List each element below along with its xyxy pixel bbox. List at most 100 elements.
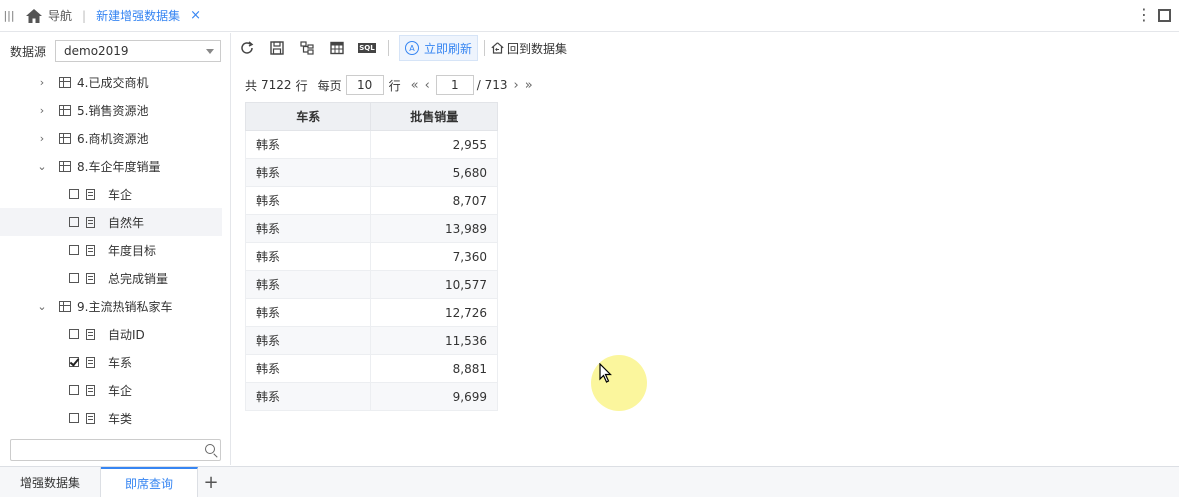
field-checkbox[interactable] xyxy=(69,217,79,227)
total-rows: 7122 xyxy=(261,78,292,92)
back-to-dataset-button[interactable]: 回到数据集 xyxy=(491,40,567,57)
search-input[interactable] xyxy=(15,440,195,460)
tree-item-label: 年度目标 xyxy=(108,243,157,258)
tab-enhanced-dataset[interactable]: 增强数据集 xyxy=(0,467,102,497)
table-icon xyxy=(59,160,71,172)
tree-item-label: 车企 xyxy=(108,187,133,202)
tab-label: 即席查询 xyxy=(125,476,174,491)
menu-toggle-icon[interactable]: ||| xyxy=(0,9,18,22)
chevron-right-icon[interactable]: › xyxy=(37,76,47,89)
table-cell: 韩系 xyxy=(244,214,372,243)
table-row: 韩系 5,680 xyxy=(244,158,498,187)
tree-item-table[interactable]: › 6.商机资源池 xyxy=(0,124,222,152)
tree-item-field[interactable]: 车企 xyxy=(0,376,222,404)
bottom-tab-bar: 增强数据集 即席查询 + xyxy=(0,466,1179,497)
table-cell: 韩系 xyxy=(244,130,372,159)
table-cell: 韩系 xyxy=(244,158,372,187)
per-page-input[interactable]: 10 xyxy=(345,75,384,95)
tree-item-label: 总完成销量 xyxy=(108,271,169,286)
more-options-icon[interactable]: ⋮ xyxy=(1136,7,1152,23)
table-header-row: 车系 批售销量 xyxy=(244,102,498,131)
table-view-button[interactable] xyxy=(322,36,352,60)
table-cell: 7,360 xyxy=(370,242,498,271)
tab-label: 增强数据集 xyxy=(20,475,81,490)
datasource-panel: 数据源 demo2019 › 4.已成交商机 › 5.销售资源池 › 6.商机资… xyxy=(0,33,231,465)
field-checkbox[interactable] xyxy=(69,385,79,395)
nav-label: 导航 xyxy=(48,9,73,23)
tree-item-label: 5.销售资源池 xyxy=(77,103,149,118)
field-checkbox[interactable] xyxy=(69,329,79,339)
field-icon xyxy=(86,328,95,340)
chevron-down-icon[interactable]: ⌄ xyxy=(37,160,47,173)
chevron-down-icon[interactable]: ⌄ xyxy=(37,300,47,313)
table-cell: 12,726 xyxy=(370,298,498,327)
refresh-now-button[interactable]: A 立即刷新 xyxy=(399,35,479,61)
grid-icon xyxy=(330,41,344,55)
table-icon xyxy=(59,76,71,88)
tree-item-label: 9.主流热销私家车 xyxy=(77,299,173,314)
datasource-select[interactable]: demo2019 xyxy=(55,40,221,62)
tree-item-label: 6.商机资源池 xyxy=(77,131,149,146)
table-cell: 韩系 xyxy=(244,186,372,215)
window-controls: ⋮ xyxy=(1136,7,1171,23)
close-icon[interactable]: × xyxy=(190,8,201,23)
table-row: 韩系 11,536 xyxy=(244,326,498,355)
row-unit: 行 xyxy=(295,78,308,93)
table-row: 韩系 8,881 xyxy=(244,354,498,383)
table-cell: 8,707 xyxy=(370,186,498,215)
tree-item-label: 自动ID xyxy=(108,327,145,342)
field-checkbox[interactable] xyxy=(69,273,79,283)
maximize-icon[interactable] xyxy=(1158,8,1171,22)
tree-item-field[interactable]: 车企 xyxy=(0,180,222,208)
field-icon xyxy=(86,384,95,396)
tree-item-table[interactable]: ⌄ 8.车企年度销量 xyxy=(0,152,222,180)
result-table: 车系 批售销量 韩系 2,955 韩系 5,680 韩系 8,707 韩系 13,989… xyxy=(244,102,498,411)
nav-home-button[interactable]: 导航 xyxy=(26,7,72,24)
total-prefix: 共 xyxy=(245,78,258,93)
per-page-unit: 行 xyxy=(388,78,401,93)
field-checkbox[interactable] xyxy=(69,413,79,423)
field-checkbox[interactable] xyxy=(69,357,79,367)
datasource-value: demo2019 xyxy=(64,44,129,58)
chevron-right-icon[interactable]: › xyxy=(37,132,47,145)
refresh-button[interactable] xyxy=(232,36,262,60)
field-icon xyxy=(86,244,95,256)
tree-item-field[interactable]: 自动ID xyxy=(0,320,222,348)
first-page-icon[interactable]: « xyxy=(411,78,419,93)
tree-item-field[interactable]: 总完成销量 xyxy=(0,264,222,292)
tab-new-dataset[interactable]: 新建增强数据集 × xyxy=(96,7,201,24)
table-cell: 韩系 xyxy=(244,382,372,411)
save-button[interactable] xyxy=(262,36,292,60)
page-input[interactable]: 1 xyxy=(435,75,474,95)
tree-item-field[interactable]: 车系 xyxy=(0,348,222,376)
add-tab-icon[interactable]: + xyxy=(198,467,224,497)
tree-item-label: 车企 xyxy=(108,383,133,398)
search-icon[interactable] xyxy=(205,444,215,454)
sql-icon: SQL xyxy=(358,43,376,53)
tree-item-field[interactable]: 车类 xyxy=(0,404,222,432)
last-page-icon[interactable]: » xyxy=(525,78,533,93)
column-header[interactable]: 车系 xyxy=(244,102,372,131)
relation-button[interactable] xyxy=(292,36,322,60)
field-checkbox[interactable] xyxy=(69,189,79,199)
table-cell: 11,536 xyxy=(370,326,498,355)
tree-item-field[interactable]: 自然年 xyxy=(0,208,222,236)
tree-item-table[interactable]: ⌄ 9.主流热销私家车 xyxy=(0,292,222,320)
field-checkbox[interactable] xyxy=(69,245,79,255)
next-page-icon[interactable]: › xyxy=(514,78,519,93)
table-cell: 10,577 xyxy=(370,270,498,299)
tree-item-table[interactable]: › 5.销售资源池 xyxy=(0,96,222,124)
sql-button[interactable]: SQL xyxy=(352,36,382,60)
field-icon xyxy=(86,412,95,424)
tree-item-label: 车系 xyxy=(108,355,133,370)
prev-page-icon[interactable]: ‹ xyxy=(425,78,430,93)
top-bar: ||| 导航 | 新建增强数据集 × ⋮ xyxy=(0,0,1179,32)
tree-item-table[interactable]: › 4.已成交商机 xyxy=(0,68,222,96)
tab-adhoc-query[interactable]: 即席查询 xyxy=(101,467,199,497)
tree-item-label: 4.已成交商机 xyxy=(77,75,149,90)
table-row: 韩系 9,699 xyxy=(244,382,498,411)
column-header[interactable]: 批售销量 xyxy=(370,102,498,131)
chevron-right-icon[interactable]: › xyxy=(37,104,47,117)
field-icon xyxy=(86,272,95,284)
tree-item-field[interactable]: 年度目标 xyxy=(0,236,222,264)
